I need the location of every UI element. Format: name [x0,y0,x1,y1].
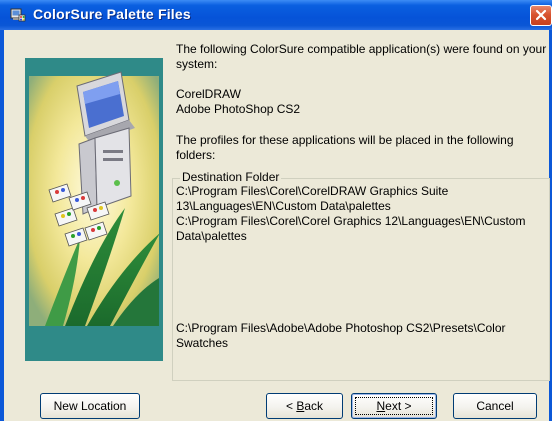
title-bar[interactable]: ColorSure Palette Files [0,0,552,30]
back-label-rest: ack [304,399,324,413]
new-location-button[interactable]: New Location [40,393,140,419]
destination-path: C:\Program Files\Corel\CorelDRAW Graphic… [176,184,449,213]
next-label: Next > [376,399,411,413]
window-title: ColorSure Palette Files [33,6,191,22]
destination-folder-label: Destination Folder [180,170,282,184]
profiles-note: The profiles for these applications will… [176,133,514,162]
computer-palette-illustration [25,58,163,361]
next-mnemonic: N [376,399,386,413]
close-icon [535,9,547,21]
cancel-button[interactable]: Cancel [453,393,537,419]
intro-text: The following ColorSure compatible appli… [176,42,547,71]
next-button[interactable]: Next > [351,393,437,419]
close-button[interactable] [530,5,552,26]
window-frame-left [0,30,4,421]
destination-path: C:\Program Files\Corel\Corel Graphics 12… [176,214,526,243]
app-list-item: CorelDRAW [176,87,241,101]
destination-path: C:\Program Files\Adobe\Adobe Photoshop C… [176,321,506,350]
cancel-label: Cancel [476,399,514,413]
app-list-item: Adobe PhotoShop CS2 [176,102,301,116]
illustration-graphic [29,71,160,326]
back-label: < Back [286,399,323,413]
back-arrow: < [285,399,297,413]
next-label-rest: ext > [385,399,412,413]
dialog-window: ColorSure Palette Files The following Co… [0,0,552,421]
new-location-label: New Location [53,399,127,413]
back-button[interactable]: < Back [266,393,343,419]
palette-app-icon [10,8,26,22]
